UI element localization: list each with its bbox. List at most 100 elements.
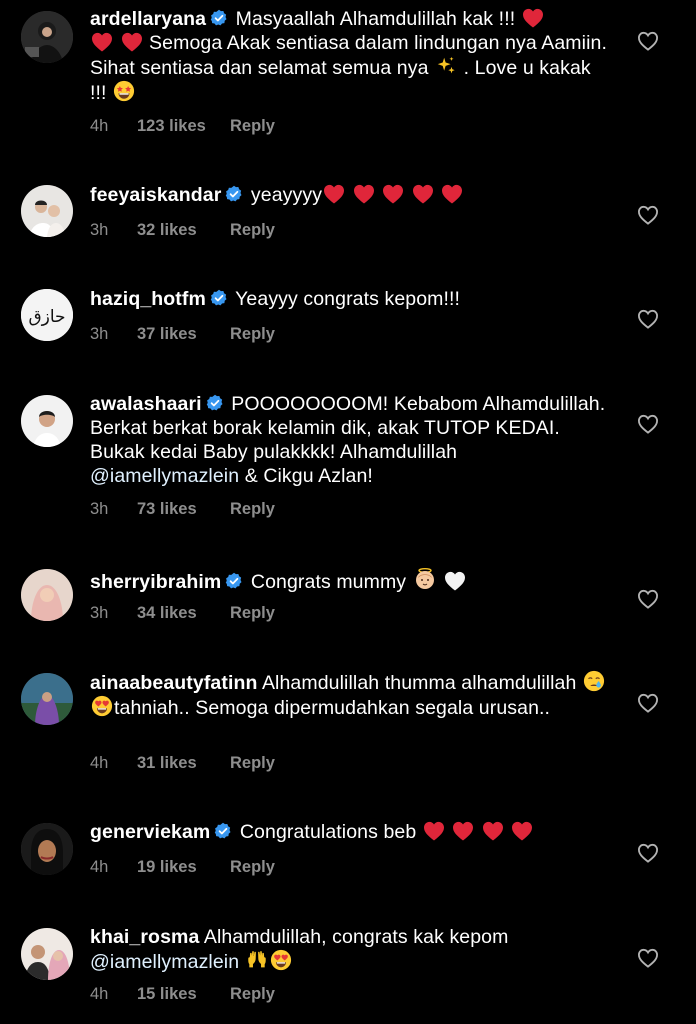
username[interactable]: generviekam <box>90 821 210 843</box>
comment-text: tahniah.. Semoga dipermudahkan segala ur… <box>114 697 551 719</box>
baby-angel-emoji <box>413 567 437 591</box>
like-heart-icon[interactable] <box>637 948 659 968</box>
comment-body: ardellaryana Masyaallah Alhamdulillah ka… <box>90 7 610 105</box>
comment-body: awalashaari POOOOOOOOM! Kebabom Alhamdul… <box>90 392 610 488</box>
likes-count[interactable]: 32 likes <box>137 221 230 240</box>
comment-meta: 4h 19 likes Reply <box>90 858 275 877</box>
red-heart-emoji <box>323 184 345 204</box>
red-heart-emoji <box>382 184 404 204</box>
username[interactable]: haziq_hotfm <box>90 288 206 310</box>
avatar[interactable] <box>21 823 73 875</box>
red-heart-emoji <box>412 184 434 204</box>
comment-meta: 3h 34 likes Reply <box>90 604 275 623</box>
avatar[interactable] <box>21 395 73 447</box>
red-heart-emoji <box>423 821 445 841</box>
username[interactable]: khai_rosma <box>90 926 199 948</box>
red-heart-emoji <box>121 32 143 52</box>
timestamp: 3h <box>90 500 109 518</box>
comment-text: Congrats mummy <box>250 571 412 593</box>
reply-button[interactable]: Reply <box>230 858 275 877</box>
timestamp: 4h <box>90 117 109 135</box>
heart-eyes-emoji <box>270 949 292 971</box>
verified-badge-icon <box>210 289 228 307</box>
like-heart-icon[interactable] <box>637 31 659 51</box>
star-struck-emoji <box>113 80 135 102</box>
reply-button[interactable]: Reply <box>230 985 275 1004</box>
comment-text: & Cikgu Azlan! <box>239 465 373 487</box>
verified-badge-icon <box>225 185 243 203</box>
avatar[interactable] <box>21 569 73 621</box>
reply-button[interactable]: Reply <box>230 325 275 344</box>
like-heart-icon[interactable] <box>637 309 659 329</box>
like-heart-icon[interactable] <box>637 205 659 225</box>
avatar[interactable] <box>21 673 73 725</box>
comment-body: haziq_hotfm Yeayyy congrats kepom!!! <box>90 287 610 311</box>
timestamp: 3h <box>90 325 109 343</box>
likes-count[interactable]: 34 likes <box>137 604 230 623</box>
mention-link[interactable]: @iamellymazlein <box>90 465 239 487</box>
comment-meta: 3h 73 likes Reply <box>90 500 275 519</box>
avatar-arabic-text: حازق <box>28 307 65 327</box>
red-heart-emoji <box>91 32 113 52</box>
verified-badge-icon <box>214 822 232 840</box>
sparkles-emoji <box>435 55 457 77</box>
red-heart-emoji <box>482 821 504 841</box>
raising-hands-emoji <box>246 949 268 971</box>
verified-badge-icon <box>206 394 224 412</box>
crying-face-emoji <box>583 670 605 692</box>
reply-button[interactable]: Reply <box>230 500 275 519</box>
timestamp: 4h <box>90 985 109 1003</box>
red-heart-emoji <box>511 821 533 841</box>
comment-body: ainaabeautyfatinn Alhamdulillah thumma a… <box>90 670 610 720</box>
comment-text: Masyaallah Alhamdulillah kak !!! <box>235 8 521 30</box>
timestamp: 3h <box>90 221 109 239</box>
red-heart-emoji <box>522 8 544 28</box>
timestamp: 3h <box>90 604 109 622</box>
avatar[interactable] <box>21 185 73 237</box>
like-heart-icon[interactable] <box>637 843 659 863</box>
likes-count[interactable]: 73 likes <box>137 500 230 519</box>
red-heart-emoji <box>452 821 474 841</box>
likes-count[interactable]: 19 likes <box>137 858 230 877</box>
username[interactable]: sherryibrahim <box>90 571 221 593</box>
comment-body: feeyaiskandar yeayyyy <box>90 183 610 207</box>
reply-button[interactable]: Reply <box>230 604 275 623</box>
reply-button[interactable]: Reply <box>230 754 275 773</box>
username[interactable]: ainaabeautyfatinn <box>90 672 258 694</box>
verified-badge-icon <box>210 9 228 27</box>
red-heart-emoji <box>353 184 375 204</box>
comment-body: khai_rosma Alhamdulillah, congrats kak k… <box>90 925 610 974</box>
like-heart-icon[interactable] <box>637 693 659 713</box>
comment-text: Congratulations beb <box>239 821 422 843</box>
white-heart-emoji <box>444 571 466 591</box>
comment-body: generviekam Congratulations beb <box>90 820 610 844</box>
verified-badge-icon <box>225 572 243 590</box>
comment-text: yeayyyy <box>250 184 323 206</box>
reply-button[interactable]: Reply <box>230 117 275 136</box>
timestamp: 4h <box>90 858 109 876</box>
mention-link[interactable]: @iamellymazlein <box>90 951 239 973</box>
comment-meta: 3h 37 likes Reply <box>90 325 275 344</box>
avatar[interactable] <box>21 928 73 980</box>
comment-text: Alhamdulillah thumma alhamdulillah <box>261 672 582 694</box>
username[interactable]: ardellaryana <box>90 8 206 30</box>
comment-meta: 4h 31 likes Reply <box>90 754 275 773</box>
timestamp: 4h <box>90 754 109 772</box>
comment-text: Alhamdulillah, congrats kak kepom <box>203 926 509 948</box>
likes-count[interactable]: 123 likes <box>137 117 230 136</box>
reply-button[interactable]: Reply <box>230 221 275 240</box>
username[interactable]: awalashaari <box>90 393 202 415</box>
red-heart-emoji <box>441 184 463 204</box>
avatar[interactable]: حازق <box>21 289 73 341</box>
heart-eyes-emoji <box>91 695 113 717</box>
comment-meta: 4h 123 likes Reply <box>90 117 275 136</box>
likes-count[interactable]: 15 likes <box>137 985 230 1004</box>
likes-count[interactable]: 37 likes <box>137 325 230 344</box>
likes-count[interactable]: 31 likes <box>137 754 230 773</box>
comment-text: Yeayyy congrats kepom!!! <box>235 288 461 310</box>
like-heart-icon[interactable] <box>637 589 659 609</box>
username[interactable]: feeyaiskandar <box>90 184 221 206</box>
avatar[interactable] <box>21 11 73 63</box>
comment-meta: 3h 32 likes Reply <box>90 221 275 240</box>
like-heart-icon[interactable] <box>637 414 659 434</box>
